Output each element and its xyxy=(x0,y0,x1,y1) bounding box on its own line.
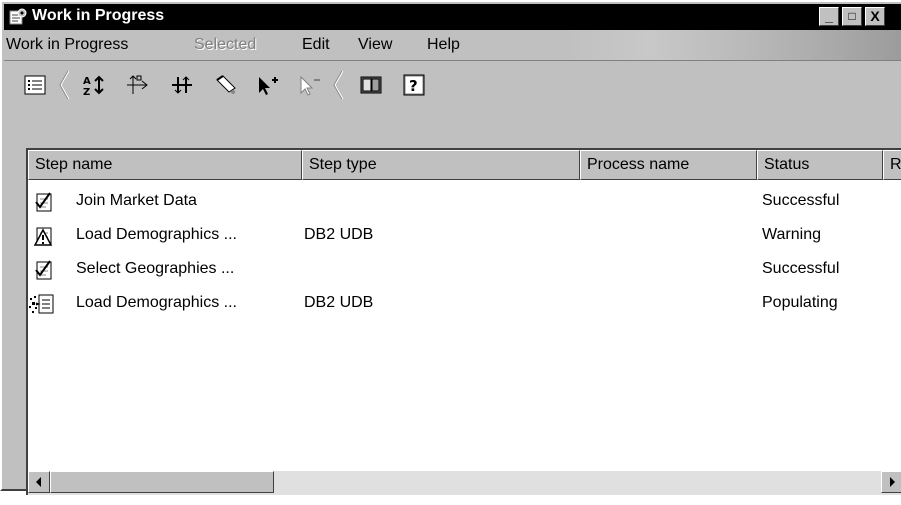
list-row[interactable]: Load Demographics ... DB2 UDB Populating xyxy=(28,288,901,322)
select-add-icon xyxy=(259,77,278,95)
process-flow-icon xyxy=(127,75,148,94)
book-button[interactable] xyxy=(358,73,384,97)
step-status: Successful xyxy=(762,260,840,277)
details-view-button[interactable] xyxy=(22,73,48,97)
step-type: DB2 UDB xyxy=(304,226,374,243)
minimize-button[interactable]: _ xyxy=(819,7,839,26)
column-header-step-name[interactable]: Step name xyxy=(28,150,302,180)
menu-bar-decoration xyxy=(564,30,901,60)
check-step-icon xyxy=(35,192,52,212)
step-name: Load Demographics ... xyxy=(76,226,237,243)
svg-text:A: A xyxy=(83,76,91,87)
step-status: Warning xyxy=(762,226,821,243)
scroll-right-button[interactable] xyxy=(881,471,901,493)
select-remove-button[interactable] xyxy=(297,73,323,97)
check-step-icon xyxy=(35,260,52,280)
list-row[interactable]: Select Geographies ... Successful xyxy=(28,254,901,288)
arrow-left-icon xyxy=(36,477,41,487)
menu-help[interactable]: Help xyxy=(427,36,460,54)
cross-arrows-button[interactable] xyxy=(169,73,195,97)
populating-step-icon xyxy=(29,294,54,314)
column-headers: Step name Step type Process name Status … xyxy=(28,150,901,180)
toolbar-separator xyxy=(333,70,344,100)
step-name: Select Geographies ... xyxy=(76,260,235,277)
process-flow-button[interactable] xyxy=(124,73,150,97)
toolbar: A Z ? xyxy=(4,60,901,143)
horizontal-scrollbar[interactable] xyxy=(28,471,901,495)
scrollbar-thumb[interactable] xyxy=(50,471,274,493)
menu-work-in-progress[interactable]: Work in Progress xyxy=(6,36,128,54)
menu-edit[interactable]: Edit xyxy=(302,36,330,54)
sort-icon: A Z xyxy=(83,75,104,96)
eraser-icon xyxy=(216,75,236,94)
menu-view[interactable]: View xyxy=(358,36,392,54)
help-icon: ? xyxy=(403,74,425,96)
sort-button[interactable]: A Z xyxy=(81,73,107,97)
book-icon xyxy=(360,76,382,94)
menu-bar: Work in Progress Selected Edit View Help xyxy=(4,30,901,60)
help-button[interactable]: ? xyxy=(401,73,427,97)
column-header-process-name[interactable]: Process name xyxy=(580,150,757,180)
svg-text:Z: Z xyxy=(83,87,90,96)
warning-step-icon xyxy=(33,227,53,246)
column-header-r[interactable]: R xyxy=(883,150,901,180)
details-view-icon xyxy=(24,75,46,95)
menu-selected[interactable]: Selected xyxy=(194,36,256,54)
arrow-right-icon xyxy=(890,477,895,487)
help-label: ? xyxy=(409,77,418,95)
step-name: Load Demographics ... xyxy=(76,294,237,311)
work-in-progress-window: Work in Progress _ □ X Work in Progress … xyxy=(0,0,901,495)
eraser-button[interactable] xyxy=(213,73,239,97)
maximize-button[interactable]: □ xyxy=(842,7,862,26)
select-remove-icon xyxy=(300,75,320,96)
step-status: Populating xyxy=(762,294,838,311)
cross-arrows-icon xyxy=(172,76,192,94)
title-bar[interactable]: Work in Progress _ □ X xyxy=(4,4,901,30)
scroll-left-button[interactable] xyxy=(28,471,50,493)
list-row[interactable]: Load Demographics ... DB2 UDB Warning xyxy=(28,220,901,254)
column-header-step-type[interactable]: Step type xyxy=(302,150,580,180)
window-title: Work in Progress xyxy=(32,7,165,24)
column-header-status[interactable]: Status xyxy=(757,150,883,180)
toolbar-separator xyxy=(59,70,70,100)
steps-list-panel: Step name Step type Process name Status … xyxy=(26,148,901,495)
step-type: DB2 UDB xyxy=(304,294,374,311)
close-button[interactable]: X xyxy=(865,7,885,26)
step-name: Join Market Data xyxy=(76,192,197,209)
select-add-button[interactable] xyxy=(255,73,281,97)
list-row[interactable]: Join Market Data Successful xyxy=(28,186,901,220)
app-icon xyxy=(9,8,27,25)
step-status: Successful xyxy=(762,192,840,209)
